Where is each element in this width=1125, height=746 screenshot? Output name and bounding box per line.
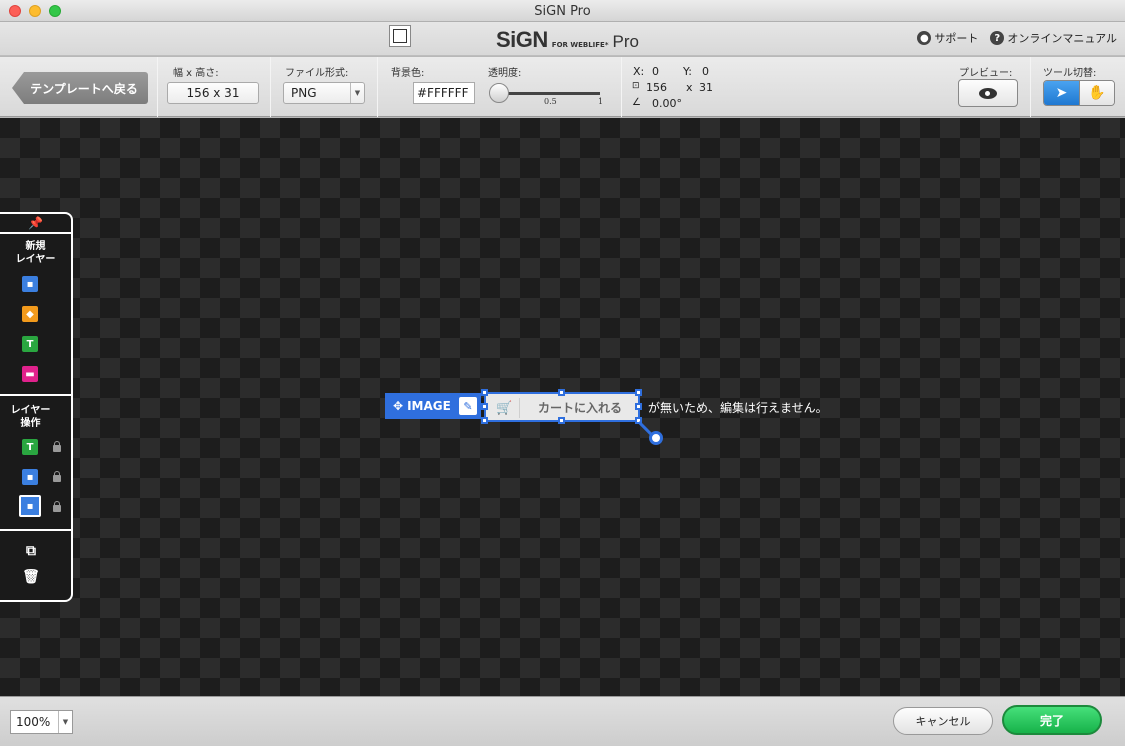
preview-label: プレビュー: bbox=[959, 68, 1013, 79]
opacity-slider-track[interactable] bbox=[494, 92, 600, 95]
window-title: SiGN Pro bbox=[534, 4, 591, 19]
app-logo: SiGN FOR WEBLIFE* Pro bbox=[496, 27, 639, 53]
trash-icon[interactable]: 🗑 bbox=[22, 569, 40, 585]
duplicate-icon[interactable]: ⧉ bbox=[23, 543, 39, 559]
bg-color-swatch[interactable] bbox=[389, 25, 411, 47]
bg-color-swatch-fill bbox=[393, 29, 407, 43]
x-value: 0 bbox=[652, 65, 659, 78]
pin-icon[interactable]: 📌 bbox=[0, 214, 71, 234]
size-field: 156 x 31 bbox=[167, 82, 259, 104]
cancel-button[interactable]: キャンセル bbox=[893, 707, 993, 735]
tool-switch-label: ツール切替: bbox=[1043, 68, 1097, 79]
tool-switch: ➤ ✋ bbox=[1043, 80, 1115, 106]
image-layer-item-selected[interactable]: ▪ bbox=[19, 495, 41, 517]
cart-icon: 🛒 bbox=[490, 398, 520, 418]
zoom-select[interactable]: 100% ▼ bbox=[10, 710, 73, 734]
lock-icon[interactable] bbox=[53, 471, 61, 482]
y-label: Y: bbox=[683, 65, 692, 78]
logo-pro: Pro bbox=[612, 32, 639, 51]
toolbar-divider bbox=[621, 57, 622, 117]
resize-handle[interactable] bbox=[635, 403, 642, 410]
y-value: 0 bbox=[702, 65, 709, 78]
chevron-down-icon: ▼ bbox=[350, 83, 364, 103]
shape-layer-icon[interactable]: ◆ bbox=[22, 306, 38, 322]
lock-icon[interactable] bbox=[53, 501, 61, 512]
preview-button[interactable] bbox=[958, 79, 1018, 107]
width-value: 156 bbox=[646, 81, 667, 94]
bg-color-field[interactable]: #FFFFFF bbox=[413, 82, 475, 104]
manual-link[interactable]: ? オンラインマニュアル bbox=[990, 30, 1117, 46]
format-label: ファイル形式: bbox=[285, 68, 349, 79]
toolbar-divider bbox=[1030, 57, 1031, 117]
button-layer-icon[interactable]: ▬ bbox=[22, 366, 38, 382]
x-label: X: bbox=[633, 65, 645, 78]
palette-divider bbox=[0, 529, 71, 531]
toolbar-divider bbox=[157, 57, 158, 117]
eye-icon bbox=[979, 87, 997, 99]
resize-handle[interactable] bbox=[635, 389, 642, 396]
text-layer-item[interactable]: T bbox=[22, 439, 38, 455]
logo-subtext: FOR WEBLIFE* bbox=[551, 41, 609, 49]
format-select[interactable]: PNG ▼ bbox=[283, 82, 365, 104]
resize-handle[interactable] bbox=[558, 417, 565, 424]
support-label: サポート bbox=[934, 32, 979, 45]
opacity-tick-max: 1 bbox=[598, 97, 604, 106]
rotation-handle[interactable] bbox=[649, 431, 663, 445]
back-to-template-button[interactable]: テンプレートへ戻る bbox=[12, 72, 148, 104]
brand-bar: SiGN FOR WEBLIFE* Pro ● サポート ? オンラインマニュア… bbox=[0, 22, 1125, 56]
question-icon: ? bbox=[990, 31, 1005, 45]
chevron-down-icon: ▼ bbox=[58, 711, 72, 733]
toolbar-divider bbox=[270, 57, 271, 117]
hand-tool-icon[interactable]: ✋ bbox=[1078, 81, 1114, 105]
image-layer-item[interactable]: ▪ bbox=[22, 469, 38, 485]
image-layer-icon[interactable]: ▪ bbox=[22, 276, 38, 292]
size-icon: ⊡ bbox=[632, 81, 640, 91]
move-icon: ✥ bbox=[393, 399, 404, 413]
object-type-label: IMAGE bbox=[407, 399, 451, 413]
format-value: PNG bbox=[291, 86, 317, 100]
bg-color-label: 背景色: bbox=[391, 68, 425, 79]
size-label: 幅 x 高さ: bbox=[173, 68, 219, 79]
bottom-bar: 100% ▼ キャンセル 完了 bbox=[0, 696, 1125, 746]
zoom-value: 100% bbox=[16, 715, 51, 729]
layer-ops-title: レイヤー 操作 bbox=[10, 405, 51, 429]
toolbar-divider bbox=[377, 57, 378, 117]
angle-icon: ∠ bbox=[632, 97, 641, 108]
opacity-tick-mid: 0.5 bbox=[544, 97, 557, 106]
text-layer-icon[interactable]: T bbox=[22, 336, 38, 352]
palette-divider bbox=[0, 394, 71, 396]
done-button[interactable]: 完了 bbox=[1002, 705, 1102, 735]
resize-handle[interactable] bbox=[481, 403, 488, 410]
toolbar: テンプレートへ戻る 幅 x 高さ: 156 x 31 ファイル形式: PNG ▼… bbox=[0, 57, 1125, 117]
opacity-label: 透明度: bbox=[488, 68, 522, 79]
logo-text: SiGN bbox=[496, 27, 548, 52]
angle-value: 0.00° bbox=[652, 97, 682, 110]
resize-handle[interactable] bbox=[558, 389, 565, 396]
window-titlebar: SiGN Pro bbox=[0, 0, 1125, 22]
resize-handle[interactable] bbox=[481, 389, 488, 396]
height-value: 31 bbox=[699, 81, 713, 94]
object-label: カートに入れる bbox=[537, 400, 622, 415]
edit-disabled-message: が無いため、編集は行えません。 bbox=[648, 401, 828, 415]
new-layer-title: 新規 レイヤー bbox=[15, 241, 56, 265]
help-links: ● サポート ? オンラインマニュアル bbox=[917, 30, 1117, 46]
pencil-icon[interactable]: ✎ bbox=[459, 397, 477, 415]
lock-icon[interactable] bbox=[53, 441, 61, 452]
manual-label: オンラインマニュアル bbox=[1007, 32, 1117, 45]
size-separator: x bbox=[686, 81, 693, 94]
person-icon: ● bbox=[917, 31, 932, 45]
resize-handle[interactable] bbox=[481, 417, 488, 424]
arrow-tool-icon[interactable]: ➤ bbox=[1044, 81, 1079, 105]
support-link[interactable]: ● サポート bbox=[917, 30, 978, 46]
opacity-slider-thumb[interactable] bbox=[489, 83, 509, 103]
